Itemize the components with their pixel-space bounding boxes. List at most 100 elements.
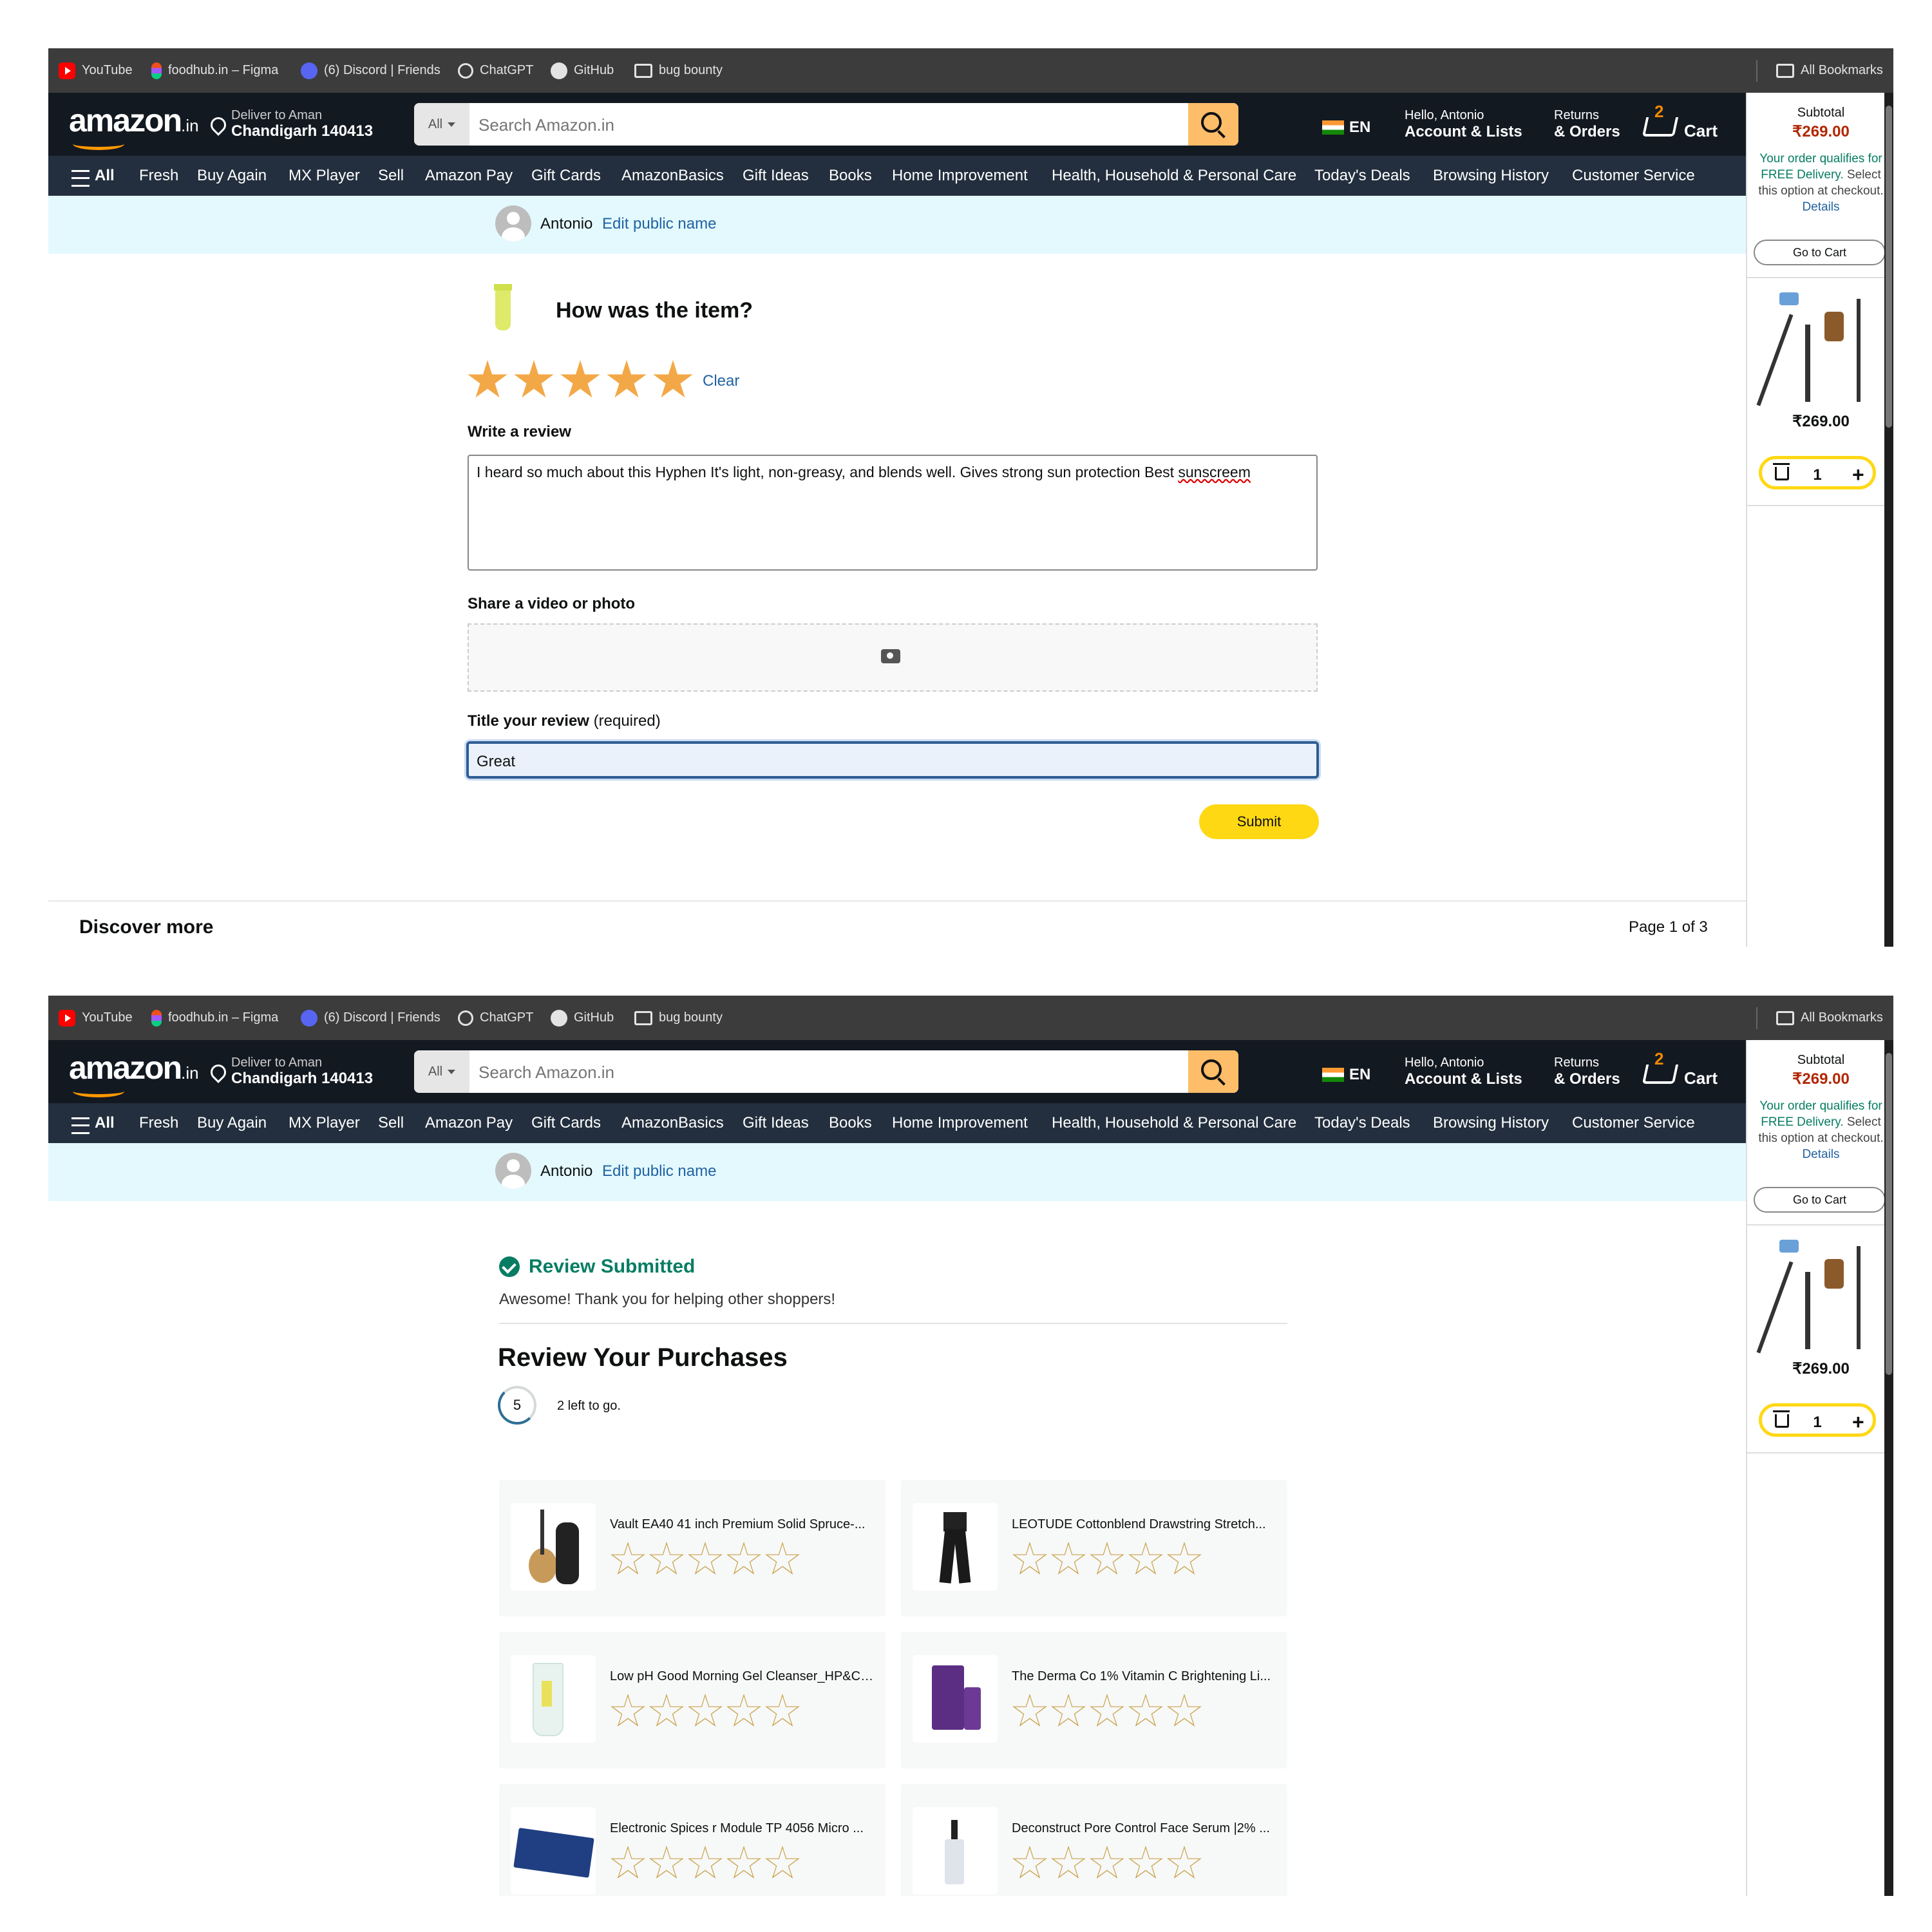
- all-bookmarks[interactable]: All Bookmarks: [1776, 996, 1883, 1040]
- star-outline-icon[interactable]: [764, 1542, 800, 1578]
- product-image-tripod[interactable]: [1756, 286, 1882, 408]
- star-outline-icon[interactable]: [1128, 1846, 1164, 1882]
- bookmark-discord[interactable]: (6) Discord | Friends: [301, 996, 440, 1040]
- star-outline-icon[interactable]: [1089, 1694, 1125, 1730]
- star-outline-icon[interactable]: [1050, 1542, 1086, 1578]
- star-outline-icon[interactable]: [687, 1694, 723, 1730]
- nav-health[interactable]: Health, Household & Personal Care: [1052, 156, 1296, 196]
- empty-star-rating[interactable]: [610, 1846, 800, 1882]
- details-link[interactable]: Details: [1802, 1148, 1839, 1161]
- bookmark-bug-bounty[interactable]: bug bounty: [634, 48, 723, 93]
- search-category-select[interactable]: All: [414, 1050, 469, 1093]
- nav-books[interactable]: Books: [829, 1103, 872, 1143]
- star-outline-icon[interactable]: [726, 1542, 762, 1578]
- star-outline-icon[interactable]: [1166, 1694, 1202, 1730]
- account-lists[interactable]: Hello, Antonio Account & Lists: [1405, 1056, 1522, 1088]
- nav-all[interactable]: All: [95, 156, 115, 196]
- search-input[interactable]: [477, 103, 1156, 146]
- star-outline-icon[interactable]: [1089, 1846, 1125, 1882]
- star-icon[interactable]: [514, 360, 554, 398]
- amazon-logo[interactable]: amazon.in: [69, 102, 199, 139]
- empty-star-rating[interactable]: [610, 1542, 800, 1578]
- nav-customer-service[interactable]: Customer Service: [1572, 156, 1695, 196]
- star-outline-icon[interactable]: [726, 1846, 762, 1882]
- star-outline-icon[interactable]: [610, 1846, 646, 1882]
- review-title-input[interactable]: Great: [466, 741, 1319, 779]
- star-outline-icon[interactable]: [649, 1542, 685, 1578]
- star-outline-icon[interactable]: [1012, 1846, 1048, 1882]
- bookmark-figma[interactable]: foodhub.in – Figma: [151, 996, 278, 1040]
- star-outline-icon[interactable]: [610, 1694, 646, 1730]
- nav-amazonbasics[interactable]: AmazonBasics: [621, 1103, 724, 1143]
- star-icon[interactable]: [653, 360, 693, 398]
- clear-rating-link[interactable]: Clear: [703, 372, 739, 390]
- star-outline-icon[interactable]: [764, 1846, 800, 1882]
- quantity-stepper[interactable]: 1 +: [1759, 456, 1876, 489]
- purchase-card[interactable]: LEOTUDE Cottonblend Drawstring Stretch..…: [901, 1480, 1287, 1616]
- nav-sell[interactable]: Sell: [378, 1103, 404, 1143]
- nav-home-improvement[interactable]: Home Improvement: [892, 1103, 1028, 1143]
- bookmark-youtube[interactable]: YouTube: [59, 996, 133, 1040]
- nav-mx-player[interactable]: MX Player: [289, 156, 360, 196]
- scrollbar[interactable]: [1884, 1040, 1893, 1896]
- quantity-stepper[interactable]: 1 +: [1759, 1403, 1876, 1437]
- nav-amazonbasics[interactable]: AmazonBasics: [621, 156, 724, 196]
- empty-star-rating[interactable]: [610, 1694, 800, 1730]
- purchase-card[interactable]: Vault EA40 41 inch Premium Solid Spruce-…: [499, 1480, 886, 1616]
- star-icon[interactable]: [560, 360, 600, 398]
- bookmark-chatgpt[interactable]: ChatGPT: [458, 996, 533, 1040]
- nav-gift-ideas[interactable]: Gift Ideas: [743, 156, 809, 196]
- search-category-select[interactable]: All: [414, 103, 469, 146]
- nav-todays-deals[interactable]: Today's Deals: [1314, 156, 1410, 196]
- purchase-card[interactable]: Low pH Good Morning Gel Cleanser_HP&C ..…: [499, 1632, 886, 1768]
- nav-gift-cards[interactable]: Gift Cards: [531, 156, 601, 196]
- nav-health[interactable]: Health, Household & Personal Care: [1052, 1103, 1296, 1143]
- bookmark-bug-bounty[interactable]: bug bounty: [634, 996, 723, 1040]
- nav-home-improvement[interactable]: Home Improvement: [892, 156, 1028, 196]
- search-input[interactable]: [477, 1050, 1156, 1093]
- star-rating[interactable]: [467, 360, 694, 401]
- bookmark-chatgpt[interactable]: ChatGPT: [458, 48, 533, 93]
- nav-mx-player[interactable]: MX Player: [289, 1103, 360, 1143]
- nav-fresh[interactable]: Fresh: [139, 1103, 178, 1143]
- search-button[interactable]: [1188, 1050, 1238, 1093]
- returns-orders[interactable]: Returns & Orders: [1554, 1056, 1620, 1088]
- edit-public-name-link[interactable]: Edit public name: [602, 215, 716, 233]
- media-upload-area[interactable]: [468, 623, 1318, 692]
- star-outline-icon[interactable]: [1166, 1542, 1202, 1578]
- bookmark-youtube[interactable]: YouTube: [59, 48, 133, 93]
- star-outline-icon[interactable]: [764, 1694, 800, 1730]
- nav-gift-ideas[interactable]: Gift Ideas: [743, 1103, 809, 1143]
- edit-public-name-link[interactable]: Edit public name: [602, 1162, 716, 1180]
- star-outline-icon[interactable]: [649, 1694, 685, 1730]
- star-outline-icon[interactable]: [687, 1542, 723, 1578]
- star-outline-icon[interactable]: [610, 1542, 646, 1578]
- scrollbar[interactable]: [1884, 93, 1893, 947]
- amazon-logo[interactable]: amazon.in: [69, 1049, 199, 1086]
- star-icon[interactable]: [468, 360, 507, 398]
- purchase-card[interactable]: Deconstruct Pore Control Face Serum |2% …: [901, 1784, 1287, 1896]
- review-textarea[interactable]: I heard so much about this Hyphen It's l…: [468, 455, 1318, 571]
- purchase-card[interactable]: The Derma Co 1% Vitamin C Brightening Li…: [901, 1632, 1287, 1768]
- go-to-cart-button[interactable]: Go to Cart: [1754, 1187, 1886, 1213]
- empty-star-rating[interactable]: [1012, 1846, 1202, 1882]
- bookmark-discord[interactable]: (6) Discord | Friends: [301, 48, 440, 93]
- bookmark-github[interactable]: GitHub: [551, 48, 614, 93]
- details-link[interactable]: Details: [1802, 200, 1839, 214]
- nav-fresh[interactable]: Fresh: [139, 156, 178, 196]
- star-outline-icon[interactable]: [1050, 1694, 1086, 1730]
- product-image-tripod[interactable]: [1756, 1233, 1882, 1356]
- search-button[interactable]: [1188, 103, 1238, 146]
- nav-buy-again[interactable]: Buy Again: [197, 1103, 267, 1143]
- star-outline-icon[interactable]: [1166, 1846, 1202, 1882]
- nav-browsing-history[interactable]: Browsing History: [1433, 156, 1549, 196]
- star-outline-icon[interactable]: [1128, 1542, 1164, 1578]
- go-to-cart-button[interactable]: Go to Cart: [1754, 240, 1886, 265]
- nav-all[interactable]: All: [95, 1103, 115, 1143]
- returns-orders[interactable]: Returns & Orders: [1554, 108, 1620, 141]
- language-selector[interactable]: EN: [1322, 1066, 1370, 1084]
- cart-button[interactable]: 2 Cart: [1642, 102, 1734, 146]
- purchase-card[interactable]: Electronic Spices r Module TP 4056 Micro…: [499, 1784, 886, 1896]
- star-outline-icon[interactable]: [726, 1694, 762, 1730]
- cart-button[interactable]: 2 Cart: [1642, 1049, 1734, 1093]
